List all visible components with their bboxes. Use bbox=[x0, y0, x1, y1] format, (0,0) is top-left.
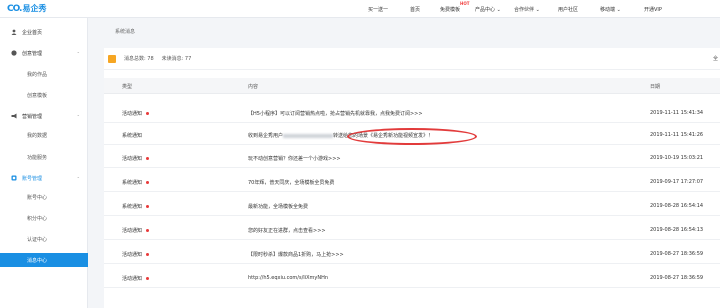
mark-all-button[interactable]: 全 bbox=[713, 55, 718, 62]
nav-partners[interactable]: 合作伙伴 ⌄ bbox=[514, 6, 540, 13]
nav-home[interactable]: 首页 bbox=[410, 6, 420, 13]
unread-dot bbox=[146, 157, 150, 160]
date-cell: 2019-08-28 16:54:13 bbox=[650, 227, 704, 233]
date-cell: 2019-09-17 17:27:07 bbox=[650, 179, 704, 185]
breadcrumb: 系统消息 bbox=[115, 29, 136, 35]
logo-mark: CO. bbox=[7, 3, 23, 14]
date-cell: 2019-08-27 18:36:59 bbox=[650, 251, 704, 257]
type-cell: 活动通知 bbox=[122, 275, 150, 282]
sidebar-item-verify-center[interactable]: 认证中心 bbox=[27, 236, 47, 243]
sidebar-group-account[interactable]: 账号管理 ⌃ bbox=[0, 172, 88, 184]
total-count: 消息总数: 78 bbox=[124, 56, 154, 62]
content-cell[interactable]: 玩不动创意营销？你还差一个小游戏>>> bbox=[248, 155, 341, 162]
sidebar-item-services[interactable]: 功能服务 bbox=[27, 154, 47, 161]
sidebar-item-label: 企业首页 bbox=[22, 29, 43, 36]
hot-badge: HOT bbox=[460, 1, 470, 6]
content-cell[interactable]: 最新功能，全场模板全免费 bbox=[248, 203, 308, 210]
message-summary: 消息总数: 78 未读消息: 77 全 bbox=[104, 48, 720, 70]
date-cell: 2019-11-11 15:41:26 bbox=[650, 132, 704, 138]
sidebar-item-message-center[interactable]: 消息中心 bbox=[0, 253, 88, 267]
date-cell: 2019-08-27 18:36:59 bbox=[650, 275, 704, 281]
unread-dot bbox=[146, 229, 150, 232]
chevron-up-icon: ⌃ bbox=[76, 50, 80, 56]
sidebar-item-my-data[interactable]: 我的数据 bbox=[27, 132, 47, 139]
sidebar-group-creative[interactable]: 创意管理 ⌃ bbox=[0, 47, 88, 59]
type-cell: 系统通知 bbox=[122, 133, 143, 139]
table-row[interactable]: 系统通知 70年辉，普天同庆，全场模板全员免费 2019-09-17 17:27… bbox=[104, 172, 720, 192]
sidebar-item-home[interactable]: 企业首页 bbox=[0, 26, 88, 38]
logo[interactable]: CO. 易企秀 bbox=[7, 3, 46, 14]
nav-free-templates[interactable]: 免费模板 bbox=[440, 6, 460, 13]
nav-community[interactable]: 用户社区 bbox=[558, 6, 578, 13]
date-cell: 2019-11-11 15:41:34 bbox=[650, 110, 704, 116]
logo-text: 易企秀 bbox=[22, 4, 47, 13]
table-row[interactable]: 活动通知 玩不动创意营销？你还差一个小游戏>>> 2019-10-19 15:0… bbox=[104, 148, 720, 168]
user-icon bbox=[11, 29, 17, 35]
content-cell[interactable]: 【H5小程序】可以订阅营销热点啦，抢占营销先机就靠我，点我免费订阅>>> bbox=[248, 110, 423, 117]
nav-product-center[interactable]: 产品中心 ⌄ bbox=[475, 6, 501, 13]
table-row[interactable]: 活动通知 【H5小程序】可以订阅营销热点啦，抢占营销先机就靠我，点我免费订阅>>… bbox=[104, 103, 720, 123]
column-header-content: 内容 bbox=[248, 84, 259, 90]
column-header-type: 类型 bbox=[122, 84, 133, 90]
chevron-up-icon: ⌃ bbox=[76, 175, 80, 181]
table-row[interactable]: 系统通知 最新功能，全场模板全免费 2019-08-28 16:54:14 bbox=[104, 196, 720, 216]
account-icon bbox=[11, 175, 17, 181]
unread-count: 未读消息: 77 bbox=[161, 56, 192, 62]
type-cell: 活动通知 bbox=[122, 227, 150, 234]
sidebar-group-label: 创意管理 bbox=[22, 50, 43, 57]
table-row[interactable]: 活动通知 您的好友正在进群，点击查看>>> 2019-08-28 16:54:1… bbox=[104, 220, 720, 240]
type-cell: 系统通知 bbox=[122, 179, 150, 186]
sidebar-group-label: 账号管理 bbox=[22, 175, 43, 182]
chevron-up-icon: ⌃ bbox=[76, 113, 80, 119]
unread-dot bbox=[146, 181, 150, 184]
megaphone-icon bbox=[11, 113, 17, 119]
content-cell[interactable]: http://h5.eqxiu.com/s/IiXmyNHn bbox=[248, 275, 328, 281]
sidebar-item-creative-templates[interactable]: 创意模板 bbox=[27, 92, 47, 99]
message-card: 消息总数: 78 未读消息: 77 全 类型 内容 日期 活动通知 【H5小程序… bbox=[104, 48, 720, 308]
top-bar: CO. 易企秀 买一送一 首页 免费模板 HOT 产品中心 ⌄ 合作伙伴 ⌄ 用… bbox=[0, 0, 720, 18]
content-cell[interactable]: 70年辉，普天同庆，全场模板全员免费 bbox=[248, 179, 334, 186]
unread-dot bbox=[146, 205, 150, 208]
message-icon bbox=[108, 54, 116, 63]
sidebar-item-label: 消息中心 bbox=[27, 257, 48, 264]
sidebar-group-label: 营销管理 bbox=[22, 113, 43, 120]
sidebar-item-account-center[interactable]: 账号中心 bbox=[27, 194, 47, 201]
table-row[interactable]: 活动通知 【限时秒杀】爆款商品1折购，马上抢>>> 2019-08-27 18:… bbox=[104, 244, 720, 264]
sidebar-item-points-center[interactable]: 积分中心 bbox=[27, 215, 47, 222]
content-cell[interactable]: 您的好友正在进群，点击查看>>> bbox=[248, 227, 326, 234]
type-cell: 系统通知 bbox=[122, 203, 150, 210]
date-cell: 2019-08-28 16:54:14 bbox=[650, 203, 704, 209]
sidebar-item-my-works[interactable]: 我的作品 bbox=[27, 71, 47, 78]
nav-open-vip[interactable]: 开通VIP bbox=[644, 6, 662, 13]
column-header-date: 日期 bbox=[650, 84, 661, 90]
table-row[interactable]: 活动通知 http://h5.eqxiu.com/s/IiXmyNHn 2019… bbox=[104, 268, 720, 288]
date-cell: 2019-10-19 15:03:21 bbox=[650, 155, 704, 161]
table-header: 类型 内容 日期 bbox=[104, 78, 720, 94]
unread-dot bbox=[146, 112, 150, 115]
content-cell[interactable]: 【限时秒杀】爆款商品1折购，马上抢>>> bbox=[248, 251, 344, 258]
unread-dot bbox=[146, 253, 150, 256]
sidebar: 企业首页 创意管理 ⌃ 我的作品 创意模板 营销管理 ⌃ 我的数据 功能服务 账… bbox=[0, 18, 88, 308]
redacted-username bbox=[283, 133, 334, 138]
unread-dot bbox=[146, 277, 150, 280]
nav-buy-one-get-one[interactable]: 买一送一 bbox=[368, 6, 388, 13]
type-cell: 活动通知 bbox=[122, 110, 150, 117]
creative-icon bbox=[11, 50, 17, 56]
highlight-ellipse bbox=[347, 128, 477, 145]
nav-mobile[interactable]: 移动端 ⌄ bbox=[600, 6, 621, 13]
sidebar-group-marketing[interactable]: 营销管理 ⌃ bbox=[0, 110, 88, 122]
type-cell: 活动通知 bbox=[122, 155, 150, 162]
type-cell: 活动通知 bbox=[122, 251, 150, 258]
